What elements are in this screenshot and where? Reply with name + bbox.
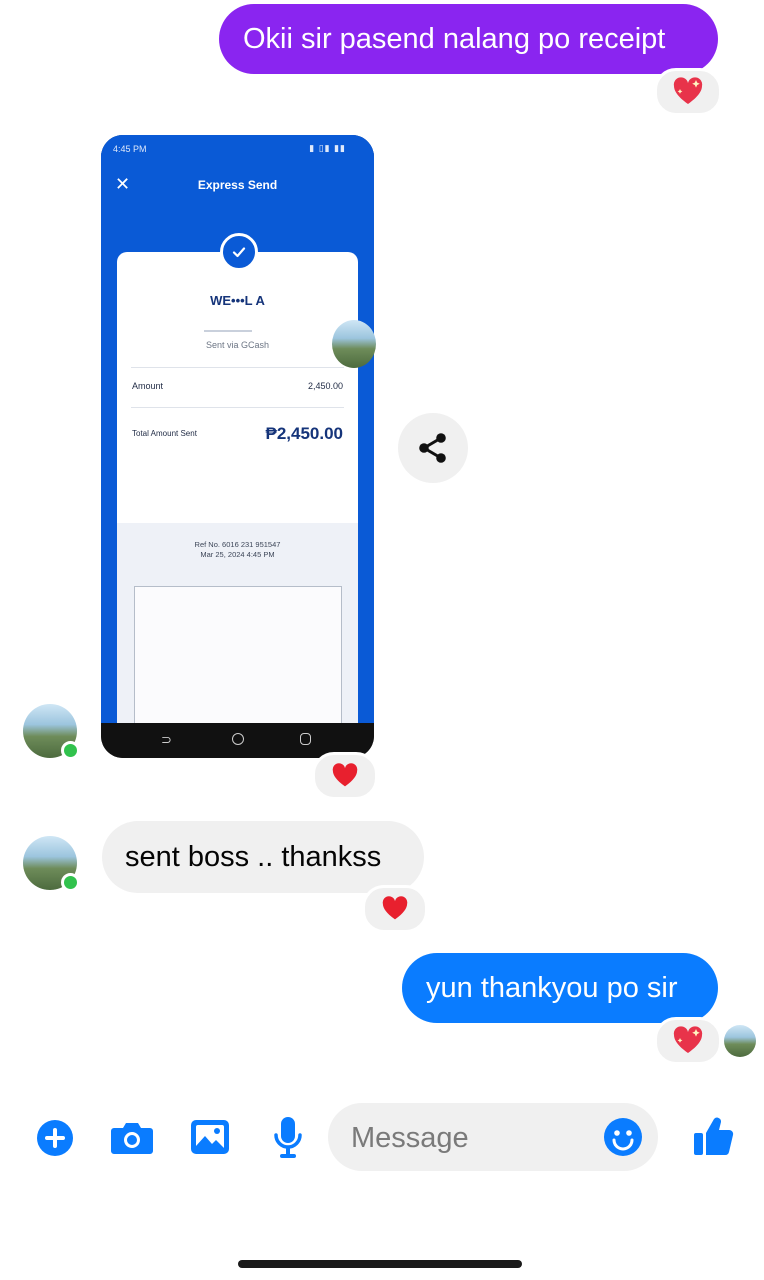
- message-text: Okii sir pasend nalang po receipt: [243, 22, 666, 55]
- like-button[interactable]: [690, 1113, 736, 1159]
- red-heart-icon: [332, 763, 358, 787]
- thumbs-up-icon: [694, 1117, 734, 1156]
- qr-placeholder-box: [134, 586, 342, 723]
- emoji-button[interactable]: [603, 1117, 643, 1157]
- success-check-icon: [220, 233, 258, 271]
- status-icons: ▮ ▯▮ ▮▮: [309, 143, 346, 153]
- gallery-icon: [191, 1120, 229, 1154]
- camera-button[interactable]: [110, 1118, 154, 1158]
- incoming-message-bubble[interactable]: sent boss .. thankss: [102, 821, 424, 893]
- home-indicator: [238, 1260, 522, 1268]
- camera-icon: [111, 1123, 153, 1154]
- divider: [131, 407, 344, 408]
- heart-with-sparkles-icon: [673, 77, 703, 104]
- amount-label: Amount: [132, 381, 164, 391]
- home-nav-icon: [232, 733, 244, 745]
- status-time: 4:45 PM: [113, 144, 147, 154]
- red-heart-icon: [382, 896, 408, 920]
- total-label: Total Amount Sent: [132, 429, 197, 438]
- share-icon: [419, 433, 446, 463]
- heart-with-sparkles-icon: [673, 1026, 703, 1053]
- receipt-card: WE•••L A Sent via GCash Amount 2,450.00 …: [117, 252, 358, 723]
- recipient-underline: [204, 330, 252, 332]
- back-nav-icon: ⊃: [161, 732, 172, 747]
- receipt-image-attachment[interactable]: 4:45 PM ▮ ▯▮ ▮▮ ✕ Express Send WE•••L A …: [101, 135, 374, 758]
- seen-avatar: [332, 320, 376, 368]
- message-placeholder: Message: [351, 1122, 469, 1154]
- gallery-button[interactable]: [189, 1117, 231, 1157]
- add-button[interactable]: [35, 1118, 75, 1158]
- seen-avatar: [724, 1025, 756, 1057]
- total-value: ₱2,450.00: [265, 424, 343, 443]
- plus-circle-icon: [37, 1120, 73, 1156]
- voice-button[interactable]: [270, 1114, 306, 1160]
- message-input[interactable]: Message: [328, 1103, 658, 1171]
- recents-nav-icon: [300, 733, 311, 745]
- share-button[interactable]: [398, 413, 468, 483]
- transaction-date: Mar 25, 2024 4:45 PM: [200, 550, 275, 559]
- reaction-badge[interactable]: [362, 885, 428, 933]
- phone-status-bar: 4:45 PM ▮ ▯▮ ▮▮: [101, 135, 374, 163]
- receipt-screen: 4:45 PM ▮ ▯▮ ▮▮ ✕ Express Send WE•••L A …: [101, 135, 374, 723]
- divider: [131, 367, 344, 368]
- outgoing-message-bubble[interactable]: Okii sir pasend nalang po receipt: [219, 4, 718, 74]
- amount-value: 2,450.00: [307, 381, 343, 391]
- receipt-lower-section: Ref No. 6016 231 951547 Mar 25, 2024 4:4…: [117, 523, 358, 723]
- reaction-badge[interactable]: [654, 68, 722, 116]
- recipient-name: WE•••L A: [210, 293, 265, 308]
- emoji-icon: [604, 1118, 642, 1156]
- message-text: yun thankyou po sir: [426, 971, 678, 1004]
- reaction-badge[interactable]: [312, 752, 378, 800]
- message-text: sent boss .. thankss: [125, 840, 382, 873]
- online-indicator: [61, 873, 80, 892]
- online-indicator: [61, 741, 80, 760]
- sent-via-label: Sent via GCash: [205, 340, 270, 350]
- reference-number: Ref No. 6016 231 951547: [194, 540, 281, 549]
- outgoing-message-bubble[interactable]: yun thankyou po sir: [402, 953, 718, 1023]
- microphone-icon: [274, 1117, 302, 1158]
- reaction-badge[interactable]: [654, 1017, 722, 1065]
- receipt-header-title: Express Send: [197, 178, 278, 192]
